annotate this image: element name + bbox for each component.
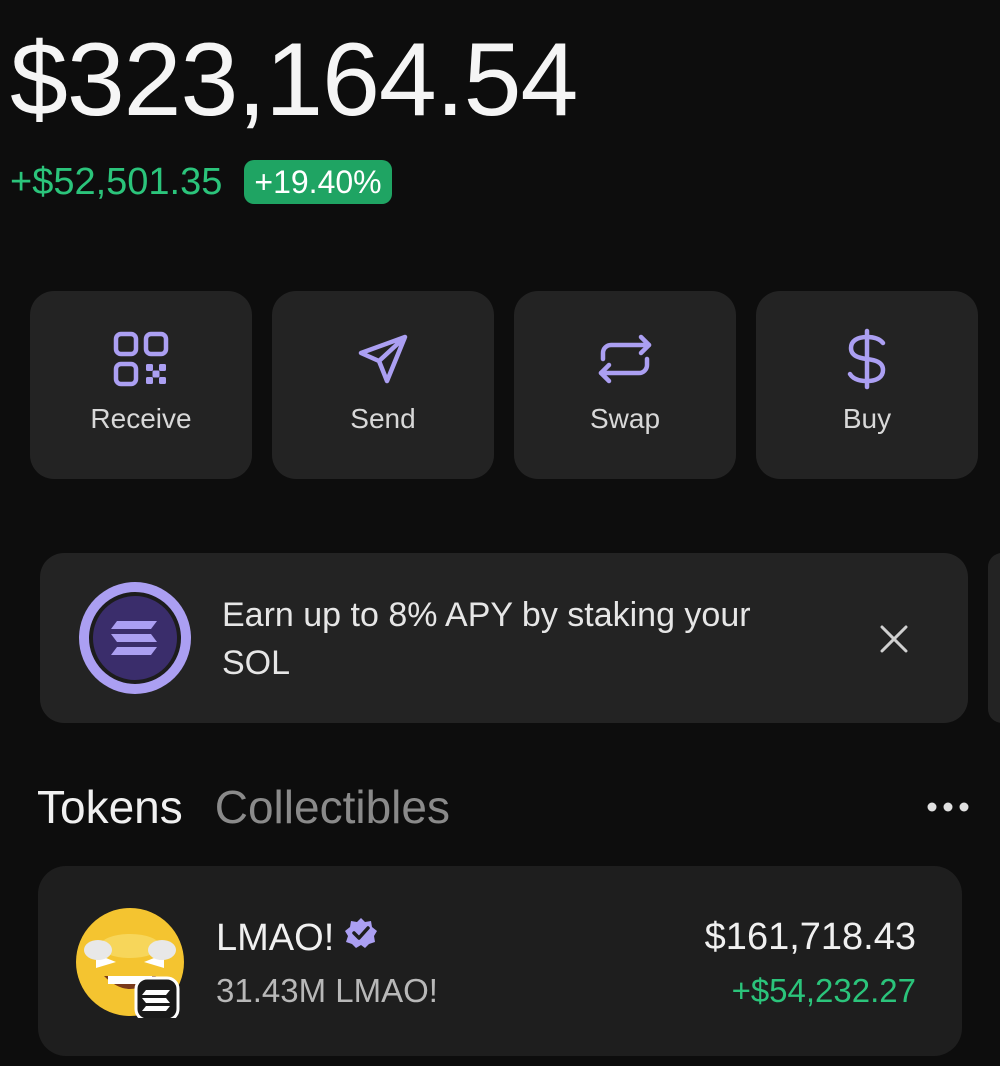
portfolio-change-percent-badge: +19.40% xyxy=(244,160,392,204)
staking-banner[interactable]: Earn up to 8% APY by staking your SOL xyxy=(40,553,968,723)
portfolio-balance: $323,164.54 xyxy=(10,22,578,138)
portfolio-change-row: +$52,501.35 +19.40% xyxy=(10,160,392,204)
token-avatar xyxy=(74,906,186,1022)
token-name-row: LMAO! xyxy=(216,916,378,960)
qr-code-icon xyxy=(111,329,171,389)
buy-label: Buy xyxy=(842,403,892,434)
receive-button[interactable]: Receive xyxy=(30,291,252,479)
asset-tabs: Tokens Collectibles xyxy=(37,780,450,834)
dollar-icon xyxy=(837,328,897,390)
token-value: $161,718.43 xyxy=(704,916,916,958)
close-icon[interactable] xyxy=(878,623,910,660)
solana-icon xyxy=(77,580,193,701)
tab-tokens[interactable]: Tokens xyxy=(37,780,183,834)
token-row[interactable]: LMAO! 31.43M LMAO! $161,718.43 +$54,232.… xyxy=(38,866,962,1056)
swap-label: Swap xyxy=(589,403,661,434)
portfolio-change-amount: +$52,501.35 xyxy=(10,160,223,203)
token-quantity: 31.43M LMAO! xyxy=(216,972,438,1009)
swap-button[interactable]: Swap xyxy=(514,291,736,479)
next-banner-card-edge[interactable] xyxy=(988,553,1000,723)
action-buttons: Receive Send Swap Buy xyxy=(30,291,978,479)
token-change: +$54,232.27 xyxy=(731,972,916,1009)
paper-plane-icon xyxy=(353,329,413,389)
tab-collectibles[interactable]: Collectibles xyxy=(215,780,450,834)
swap-arrows-icon xyxy=(595,329,655,389)
verified-badge-icon xyxy=(344,916,378,960)
send-label: Send xyxy=(350,403,416,434)
staking-banner-text: Earn up to 8% APY by staking your SOL xyxy=(222,596,751,682)
buy-button[interactable]: Buy xyxy=(756,291,978,479)
receive-label: Receive xyxy=(90,403,192,434)
token-name: LMAO! xyxy=(216,916,335,959)
send-button[interactable]: Send xyxy=(272,291,494,479)
wallet-screen: $323,164.54 +$52,501.35 +19.40% Receive … xyxy=(0,0,1000,1066)
more-icon[interactable] xyxy=(926,800,970,819)
